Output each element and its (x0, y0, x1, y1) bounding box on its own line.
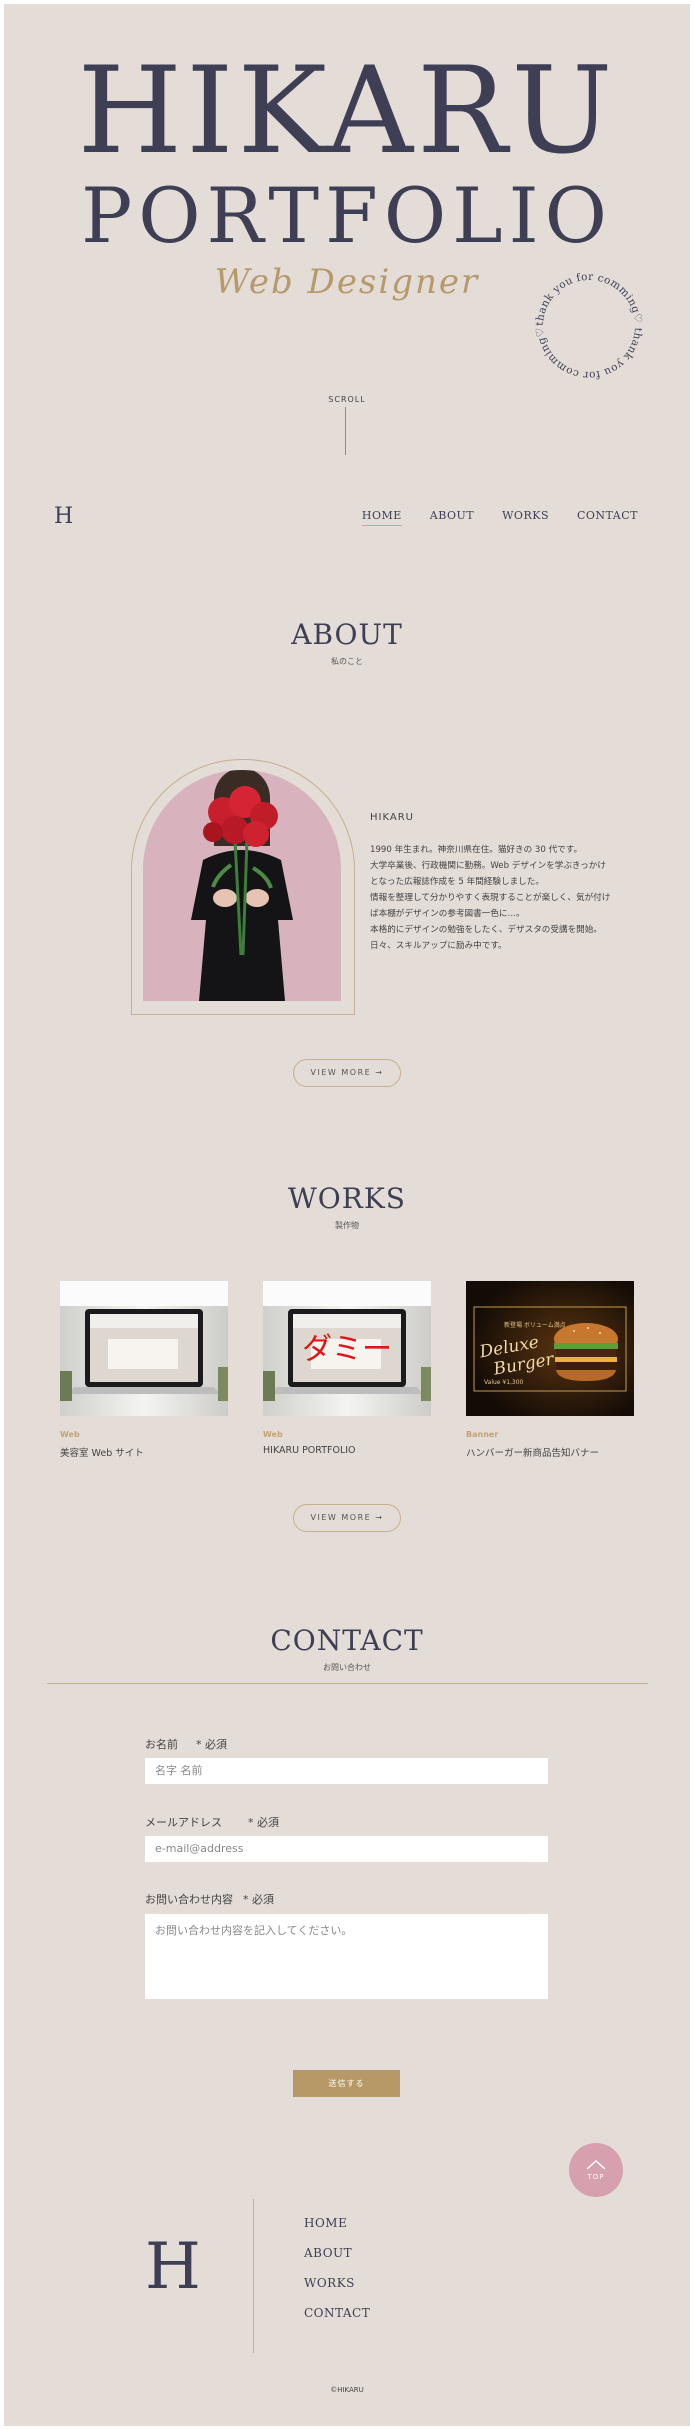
required-mark: * 必須 (248, 1816, 279, 1829)
message-label-text: お問い合わせ内容 (145, 1893, 233, 1906)
footer-nav-works[interactable]: WORKS (304, 2276, 370, 2306)
work-card[interactable]: Web 美容室 Web サイト (60, 1281, 228, 1459)
footer-nav-home[interactable]: HOME (304, 2216, 370, 2246)
page: HIKARU PORTFOLIO Web Designer thank you … (4, 4, 690, 2426)
name-label-text: お名前 (145, 1738, 178, 1751)
work-thumbnail[interactable] (60, 1281, 228, 1416)
nav-contact[interactable]: CONTACT (577, 509, 638, 526)
contact-title: CONTACT (270, 1624, 424, 1657)
hero-title: HIKARU (77, 42, 617, 181)
nav-works[interactable]: WORKS (502, 509, 549, 526)
work-thumbnail[interactable]: 新登場 ボリューム満点 Deluxe Burger Value ¥1,300 (466, 1281, 634, 1416)
main-nav: HOME ABOUT WORKS CONTACT (334, 509, 638, 526)
contact-divider (47, 1683, 648, 1684)
message-label: お問い合わせ内容 * 必須 (145, 1891, 274, 1907)
circular-text-badge: thank you for comming♡ thank you for com… (534, 271, 644, 381)
banner-price: Value ¥1,300 (484, 1379, 524, 1386)
email-label-text: メールアドレス (145, 1816, 222, 1829)
scroll-line (345, 407, 346, 455)
work-card[interactable]: ダミー Web HIKARU PORTFOLIO (263, 1281, 431, 1456)
footer-nav-contact[interactable]: CONTACT (304, 2306, 370, 2336)
chevron-up-icon (586, 2159, 606, 2170)
about-line: ば本棚がデザインの参考図書一色に…。 (370, 909, 525, 919)
contact-subtitle: お問い合わせ (323, 1663, 371, 1672)
required-mark: * 必須 (243, 1893, 274, 1906)
about-line: 本格的にデザインの勉強をしたく、デザスタの受講を開始。 (370, 925, 602, 935)
circular-text: thank you for comming♡ thank you for com… (534, 271, 644, 381)
work-category: Web (60, 1430, 80, 1439)
works-view-more-button[interactable]: VIEW MORE → (293, 1504, 401, 1532)
back-to-top-button[interactable]: TOP (569, 2143, 623, 2197)
about-line: 日々、スキルアップに励み中です。 (370, 941, 507, 951)
work-card[interactable]: 新登場 ボリューム満点 Deluxe Burger Value ¥1,300 B… (466, 1281, 634, 1459)
email-label: メールアドレス * 必須 (145, 1814, 279, 1830)
footer-nav: HOME ABOUT WORKS CONTACT (304, 2216, 370, 2336)
profile-photo (143, 770, 341, 1001)
work-thumbnail[interactable]: ダミー (263, 1281, 431, 1416)
hero-subtitle: PORTFOLIO (81, 171, 613, 260)
works-title: WORKS (288, 1182, 406, 1215)
submit-button[interactable]: 送信する (293, 2070, 400, 2097)
about-subtitle: 私のこと (331, 657, 363, 666)
work-title[interactable]: ハンバーガー新商品告知バナー (466, 1445, 634, 1459)
scroll-label: SCROLL (328, 395, 366, 404)
nav-about[interactable]: ABOUT (430, 509, 474, 526)
work-category: Web (263, 1430, 283, 1439)
about-line: となった広報誌作成を 5 年間経験しました。 (370, 877, 544, 887)
about-line: 情報を整理して分かりやすく表現することが楽しく、気が付け (370, 893, 611, 903)
about-line: 1990 年生まれ。神奈川県在住。猫好きの 30 代です。 (370, 845, 583, 855)
work-title[interactable]: 美容室 Web サイト (60, 1445, 228, 1459)
email-field[interactable]: e-mail@address (145, 1836, 548, 1862)
copyright: ©HIKARU (330, 2386, 364, 2394)
svg-text:thank you for comming♡ thank y: thank you for comming♡ thank you for com… (534, 271, 644, 381)
footer-logo[interactable]: H (145, 2230, 201, 2304)
about-view-more-button[interactable]: VIEW MORE → (293, 1059, 401, 1087)
about-line: 大学卒業後、行政機関に勤務。Web デザインを学ぶきっかけ (370, 861, 606, 871)
works-subtitle: 製作物 (335, 1221, 359, 1230)
work-category: Banner (466, 1430, 499, 1439)
name-field[interactable]: 名字 名前 (145, 1758, 548, 1784)
header-logo[interactable]: H (54, 504, 73, 529)
dummy-overlay-text: ダミー (302, 1332, 392, 1367)
message-textarea[interactable]: お問い合わせ内容を記入してください。 (145, 1914, 548, 1999)
top-label: TOP (587, 2173, 605, 2181)
about-title: ABOUT (291, 618, 403, 651)
work-title[interactable]: HIKARU PORTFOLIO (263, 1445, 431, 1456)
nav-home[interactable]: HOME (361, 509, 402, 526)
footer-nav-about[interactable]: ABOUT (304, 2246, 370, 2276)
about-name: HIKARU (370, 812, 414, 823)
required-mark: * 必須 (196, 1738, 227, 1751)
name-label: お名前 * 必須 (145, 1736, 227, 1752)
footer-divider (253, 2199, 254, 2353)
about-description: 1990 年生まれ。神奈川県在住。猫好きの 30 代です。 大学卒業後、行政機関… (370, 842, 610, 954)
banner-top-text: 新登場 ボリューム満点 (504, 1321, 566, 1329)
